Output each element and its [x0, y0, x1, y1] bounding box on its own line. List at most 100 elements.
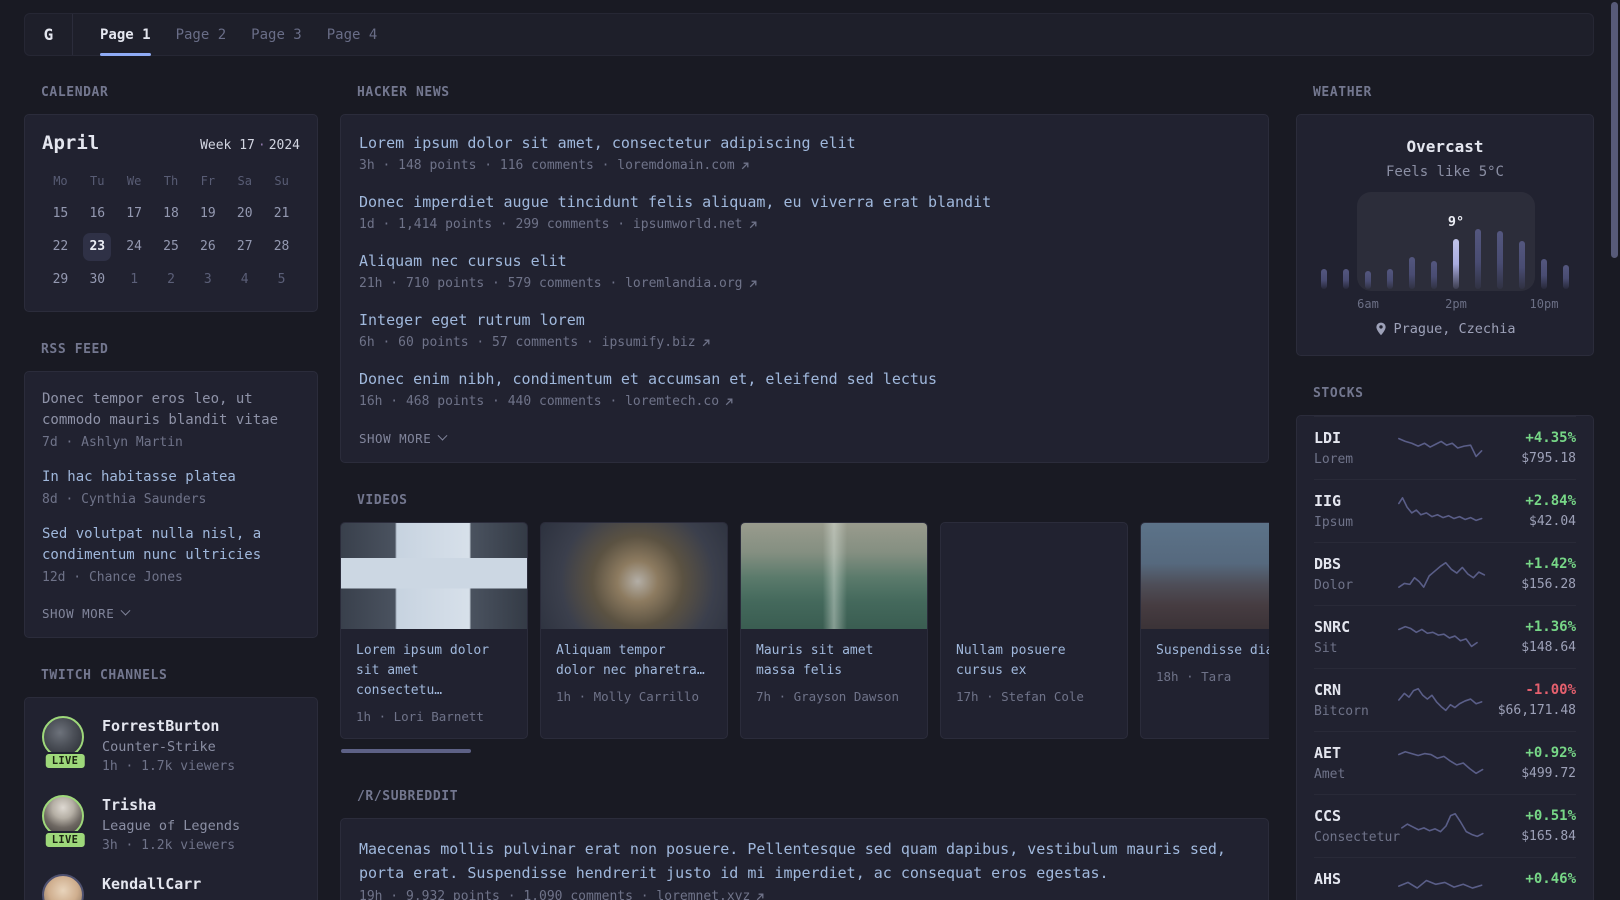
stock-change: +0.51%	[1525, 808, 1576, 824]
calendar-day[interactable]: 24	[120, 233, 148, 261]
rss-item-title[interactable]: Sed volutpat nulla nisl, a condimentum n…	[42, 524, 300, 566]
calendar-day[interactable]: 16	[83, 200, 111, 228]
rss-list: Donec tempor eros leo, ut commodo mauris…	[42, 389, 300, 587]
stock-row[interactable]: LDI Lorem +4.35% $795.18	[1314, 416, 1576, 479]
videos-section: VIDEOS Lorem ipsum dolor sit amet consec…	[340, 493, 1269, 900]
video-title[interactable]: Suspendisse diam	[1156, 641, 1269, 661]
video-title[interactable]: Aliquam tempor dolor nec pharetra…	[556, 641, 712, 681]
hackernews-item-title[interactable]: Aliquam nec cursus elit	[359, 250, 1250, 272]
video-title[interactable]: Nullam posuere cursus ex	[956, 641, 1112, 681]
chevron-down-icon	[437, 430, 448, 441]
video-title[interactable]: Lorem ipsum dolor sit amet consectetu…	[356, 641, 512, 701]
stock-change: +2.84%	[1525, 493, 1576, 509]
week-separator: ·	[257, 138, 266, 153]
twitch-channel-row[interactable]: KendallCarr	[42, 874, 300, 900]
calendar-day[interactable]: 3	[194, 266, 222, 294]
video-card[interactable]: Nullam posuere cursus ex 17h · Stefan Co…	[940, 522, 1128, 739]
calendar-day[interactable]: 30	[83, 266, 111, 294]
stock-price: $66,171.48	[1497, 703, 1576, 718]
hackernews-item-title[interactable]: Donec imperdiet augue tincidunt felis al…	[359, 191, 1250, 213]
sparkline-chart	[1397, 747, 1489, 779]
stock-row[interactable]: AET Amet +0.92% $499.72	[1314, 731, 1576, 794]
calendar-day[interactable]: 23	[83, 233, 112, 261]
stock-row[interactable]: SNRC Sit +1.36% $148.64	[1314, 605, 1576, 668]
video-card[interactable]: Suspendisse diam 18h · Tara	[1140, 522, 1269, 739]
calendar-day[interactable]: 20	[231, 200, 259, 228]
weather-bar	[1475, 229, 1481, 289]
stock-name: Bitcorn	[1314, 704, 1369, 719]
video-meta: 18h · Tara	[1156, 669, 1232, 684]
calendar-day[interactable]: 18	[157, 200, 185, 228]
nav-tab[interactable]: Page 4	[327, 14, 378, 55]
rss-item-meta: 7d · Ashlyn Martin	[42, 435, 183, 450]
rss-item: In hac habitasse platea 8d · Cynthia Sau…	[42, 467, 300, 509]
calendar-day[interactable]: 1	[120, 266, 148, 294]
calendar-day[interactable]: 22	[46, 233, 74, 261]
calendar-day[interactable]: 29	[46, 266, 74, 294]
stock-identity: SNRC Sit	[1314, 618, 1397, 656]
subreddit-post-title[interactable]: Maecenas mollis pulvinar erat non posuer…	[359, 837, 1250, 885]
stock-symbol: AET	[1314, 744, 1342, 762]
rss-item-title[interactable]: In hac habitasse platea	[42, 467, 300, 488]
page-vertical-scrollbar[interactable]	[1611, 2, 1618, 258]
twitch-section: TWITCH CHANNELS LIVE ForrestBurton Count…	[24, 668, 318, 900]
calendar-weekdays: Mo Tu We Th Fr Sa Su	[42, 174, 300, 188]
stock-sparkline	[1397, 432, 1489, 464]
location-pin-icon	[1375, 322, 1386, 336]
calendar-day[interactable]: 28	[268, 233, 296, 261]
subreddit-post-meta: 19h · 9,932 points · 1,090 comments · lo…	[359, 889, 1250, 900]
calendar-day[interactable]: 25	[157, 233, 185, 261]
nav-tab[interactable]: Page 2	[176, 14, 227, 55]
calendar-day[interactable]: 15	[46, 200, 74, 228]
stock-name: Consectetur	[1314, 830, 1401, 845]
weather-bar	[1321, 269, 1327, 289]
calendar-day[interactable]: 5	[268, 266, 296, 294]
video-card[interactable]: Mauris sit amet massa felis 7h · Grayson…	[740, 522, 928, 739]
video-meta: 1h · Molly Carrillo	[556, 689, 699, 704]
calendar-day[interactable]: 4	[231, 266, 259, 294]
hackernews-show-more-button[interactable]: SHOW MORE	[359, 430, 448, 446]
hackernews-item-title[interactable]: Donec enim nibh, condimentum et accumsan…	[359, 368, 1250, 390]
calendar-day[interactable]: 21	[268, 200, 296, 228]
twitch-channel-row[interactable]: LIVE Trisha League of Legends 3h · 1.2k …	[42, 795, 300, 853]
calendar-weekday: Th	[163, 174, 179, 188]
stocks-header: STOCKS	[1313, 386, 1364, 401]
stock-row[interactable]: CCS Consectetur +0.51% $165.84	[1314, 794, 1576, 857]
hackernews-item-meta: 21h · 710 points · 579 comments · loreml…	[359, 274, 1250, 293]
rss-show-more-button[interactable]: SHOW MORE	[42, 605, 131, 621]
video-card[interactable]: Lorem ipsum dolor sit amet consectetu… 1…	[340, 522, 528, 739]
videos-header: VIDEOS	[357, 493, 408, 508]
nav-tab[interactable]: Page 1	[100, 14, 151, 56]
hackernews-item-meta: 3h · 148 points · 116 comments · loremdo…	[359, 156, 1250, 175]
stock-row[interactable]: AHS +0.46%	[1314, 857, 1576, 900]
video-title[interactable]: Mauris sit amet massa felis	[756, 641, 912, 681]
twitch-channel-game: Counter-Strike	[102, 739, 216, 755]
calendar-weekday: Mo	[53, 174, 68, 188]
stock-name: Lorem	[1314, 452, 1354, 467]
nav-tab[interactable]: Page 3	[251, 14, 302, 55]
twitch-channel-row[interactable]: LIVE ForrestBurton Counter-Strike 1h · 1…	[42, 716, 300, 774]
stock-row[interactable]: CRN Bitcorn -1.00% $66,171.48	[1314, 668, 1576, 731]
twitch-avatar-wrap: LIVE	[42, 716, 88, 770]
meta-text: 3h · 148 points · 116 comments · loremdo…	[359, 158, 735, 173]
calendar-day[interactable]: 2	[157, 266, 185, 294]
calendar-day[interactable]: 26	[194, 233, 222, 261]
video-card[interactable]: Aliquam tempor dolor nec pharetra… 1h · …	[540, 522, 728, 739]
hackernews-item-title[interactable]: Lorem ipsum dolor sit amet, consectetur …	[359, 132, 1250, 154]
stock-row[interactable]: DBS Dolor +1.42% $156.28	[1314, 542, 1576, 605]
calendar-day[interactable]: 27	[231, 233, 259, 261]
calendar-day[interactable]: 19	[194, 200, 222, 228]
videos-horizontal-scrollbar[interactable]	[341, 749, 471, 753]
app-logo[interactable]: G	[25, 14, 73, 55]
stock-price: $499.72	[1521, 766, 1576, 781]
stock-row[interactable]: IIG Ipsum +2.84% $42.04	[1314, 479, 1576, 542]
weather-location: Prague, Czechia	[1314, 321, 1576, 337]
stock-identity: AET Amet	[1314, 744, 1397, 782]
sparkline-chart	[1400, 810, 1492, 842]
meta-text: 6h · 60 points · 57 comments · ipsumify.…	[359, 335, 696, 350]
sparkline-chart	[1397, 684, 1489, 716]
rss-item-title[interactable]: Donec tempor eros leo, ut commodo mauris…	[42, 389, 300, 431]
calendar-week: Week 17 · 2024	[200, 138, 300, 153]
calendar-day[interactable]: 17	[120, 200, 148, 228]
hackernews-item-title[interactable]: Integer eget rutrum lorem	[359, 309, 1250, 331]
